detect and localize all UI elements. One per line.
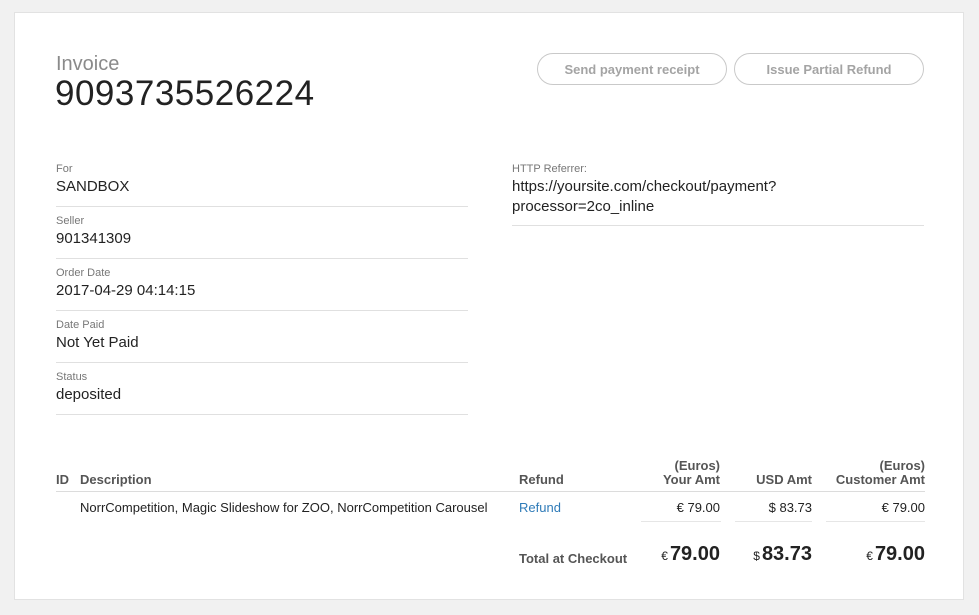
row-refund-link[interactable]: Refund <box>519 500 561 515</box>
total-usd-amt-value: 83.73 <box>761 543 812 565</box>
col-header-your-amt-currency: (Euros) <box>674 458 721 473</box>
field-http-referrer-value: https://yoursite.com/checkout/payment? p… <box>512 177 776 217</box>
field-order-date: Order Date 2017-04-29 04:14:15 <box>56 267 468 311</box>
invoice-details: For SANDBOX Seller 901341309 Order Date … <box>56 163 468 423</box>
col-header-refund: Refund <box>519 472 564 487</box>
field-seller-value: 901341309 <box>56 230 132 247</box>
field-status: Status deposited <box>56 371 468 415</box>
field-seller-label: Seller <box>56 215 85 227</box>
invoice-label: Invoice <box>56 53 120 75</box>
total-customer-amt-symbol: € <box>866 549 873 563</box>
total-usd-amt: $83.73 <box>732 543 812 566</box>
field-for-label: For <box>56 163 73 175</box>
col-header-id: ID <box>56 472 69 487</box>
field-seller: Seller 901341309 <box>56 215 468 259</box>
row-divider-your-amt <box>641 521 721 522</box>
field-date-paid: Date Paid Not Yet Paid <box>56 319 468 363</box>
row-divider-usd-amt <box>735 521 812 522</box>
total-your-amt-symbol: € <box>661 549 668 563</box>
row-your-amt: € 79.00 <box>676 500 720 515</box>
col-header-customer-amt: (Euros) Customer Amt <box>816 459 925 487</box>
col-header-usd-amt: USD Amt <box>756 472 812 487</box>
field-for: For SANDBOX <box>56 163 468 207</box>
referrer-line-1: https://yoursite.com/checkout/payment? <box>512 178 777 195</box>
col-header-description: Description <box>80 472 152 487</box>
row-customer-amt: € 79.00 <box>881 500 925 515</box>
total-customer-amt: €79.00 <box>835 543 925 566</box>
table-header-divider <box>56 491 925 492</box>
total-your-amt-value: 79.00 <box>669 543 720 565</box>
invoice-card: Invoice 9093735526224 Send payment recei… <box>14 12 964 600</box>
field-status-label: Status <box>56 371 88 383</box>
col-header-customer-amt-currency: (Euros) <box>879 458 926 473</box>
total-customer-amt-value: 79.00 <box>874 543 925 565</box>
total-your-amt: €79.00 <box>640 543 720 566</box>
col-header-customer-amt-label: Customer Amt <box>835 472 925 487</box>
send-payment-receipt-button[interactable]: Send payment receipt <box>537 53 727 85</box>
field-order-date-label: Order Date <box>56 267 111 279</box>
issue-partial-refund-button[interactable]: Issue Partial Refund <box>734 53 924 85</box>
total-at-checkout-label: Total at Checkout <box>519 551 628 566</box>
referrer-line-2: processor=2co_inline <box>512 198 655 215</box>
row-divider-customer-amt <box>826 521 925 522</box>
field-date-paid-label: Date Paid <box>56 319 105 331</box>
col-header-your-amt: (Euros) Your Amt <box>640 459 720 487</box>
field-date-paid-value: Not Yet Paid <box>56 334 139 351</box>
field-http-referrer: HTTP Referrer: https://yoursite.com/chec… <box>512 163 924 226</box>
invoice-number: 9093735526224 <box>55 74 315 113</box>
row-description: NorrCompetition, Magic Slideshow for ZOO… <box>80 500 488 515</box>
field-status-value: deposited <box>56 386 122 403</box>
field-http-referrer-label: HTTP Referrer: <box>512 163 587 175</box>
col-header-your-amt-label: Your Amt <box>662 472 720 487</box>
field-order-date-value: 2017-04-29 04:14:15 <box>56 282 196 299</box>
total-usd-amt-symbol: $ <box>753 549 760 563</box>
field-for-value: SANDBOX <box>56 178 130 195</box>
row-usd-amt: $ 83.73 <box>768 500 812 515</box>
